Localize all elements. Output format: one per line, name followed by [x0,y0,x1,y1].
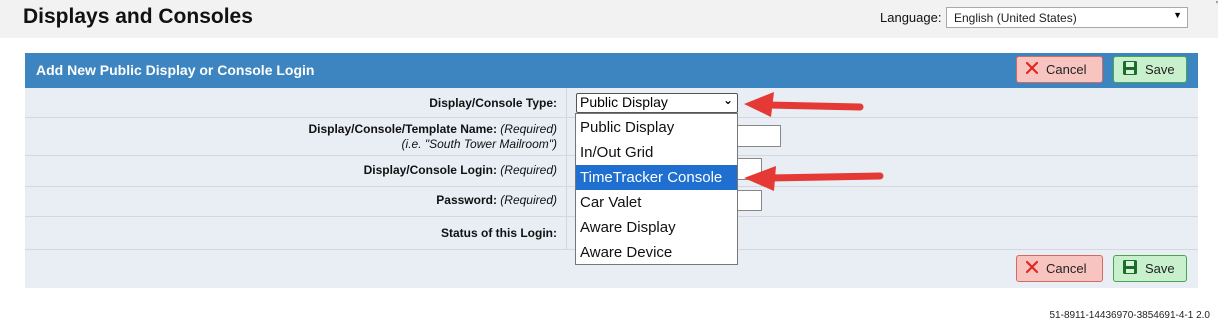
close-icon [1025,61,1039,78]
display-type-dropdown: Public Display In/Out Grid TimeTracker C… [575,113,738,265]
panel-title: Add New Public Display or Console Login [36,62,315,78]
login-required: (Required) [500,163,557,177]
login-label: Display/Console Login: (Required) [364,163,557,177]
display-type-select[interactable]: Public Display ⌄ [576,93,738,113]
top-bar: Displays and Consoles Language: English … [0,0,1218,38]
option-aware-device[interactable]: Aware Device [576,240,737,265]
name-label: Display/Console/Template Name: (Required… [308,122,557,136]
cancel-label: Cancel [1046,62,1087,77]
login-label-text: Display/Console Login: [363,163,497,177]
display-type-value: Public Display [580,94,668,110]
option-public-display[interactable]: Public Display [576,115,737,140]
language-select[interactable]: English (United States) ▼ [946,7,1188,28]
annotation-arrow-icon [744,92,864,117]
chevron-down-icon: ▼ [1173,10,1182,20]
chevron-down-icon: ⌄ [722,93,733,107]
name-hint: (i.e. "South Tower Mailroom") [401,137,557,151]
panel-header: Add New Public Display or Console Login … [25,53,1198,88]
name-input[interactable] [735,125,781,147]
page-title: Displays and Consoles [23,5,253,28]
language-label: Language: [880,10,942,25]
option-in-out-grid[interactable]: In/Out Grid [576,140,737,165]
password-input[interactable] [735,190,762,211]
option-aware-display[interactable]: Aware Display [576,215,737,240]
version-string: 51-8911-14436970-3854691-4-1 2.0 [1049,310,1210,321]
close-icon [1025,260,1039,277]
name-label-text: Display/Console/Template Name: [308,122,497,136]
option-timetracker-console[interactable]: TimeTracker Console [576,165,737,190]
name-required: (Required) [500,122,557,136]
password-required: (Required) [500,193,557,207]
column-divider [566,88,567,250]
floppy-disk-icon [1122,259,1138,278]
save-label: Save [1145,62,1175,77]
password-label-text: Password: [436,193,497,207]
add-login-panel: Add New Public Display or Console Login … [25,53,1198,288]
status-label: Status of this Login: [441,226,557,240]
cancel-button[interactable]: Cancel [1016,56,1103,83]
type-label: Display/Console Type: [429,96,557,110]
language-value: English (United States) [954,11,1077,25]
scrollbar-indicator: ' [1216,0,1218,11]
floppy-disk-icon [1122,60,1138,79]
save-button[interactable]: Save [1113,56,1187,83]
save-label: Save [1145,261,1175,276]
save-button-bottom[interactable]: Save [1113,255,1187,282]
password-label: Password: (Required) [436,193,557,207]
cancel-label: Cancel [1046,261,1087,276]
cancel-button-bottom[interactable]: Cancel [1016,255,1103,282]
annotation-arrow-icon [744,166,884,191]
option-car-valet[interactable]: Car Valet [576,190,737,215]
